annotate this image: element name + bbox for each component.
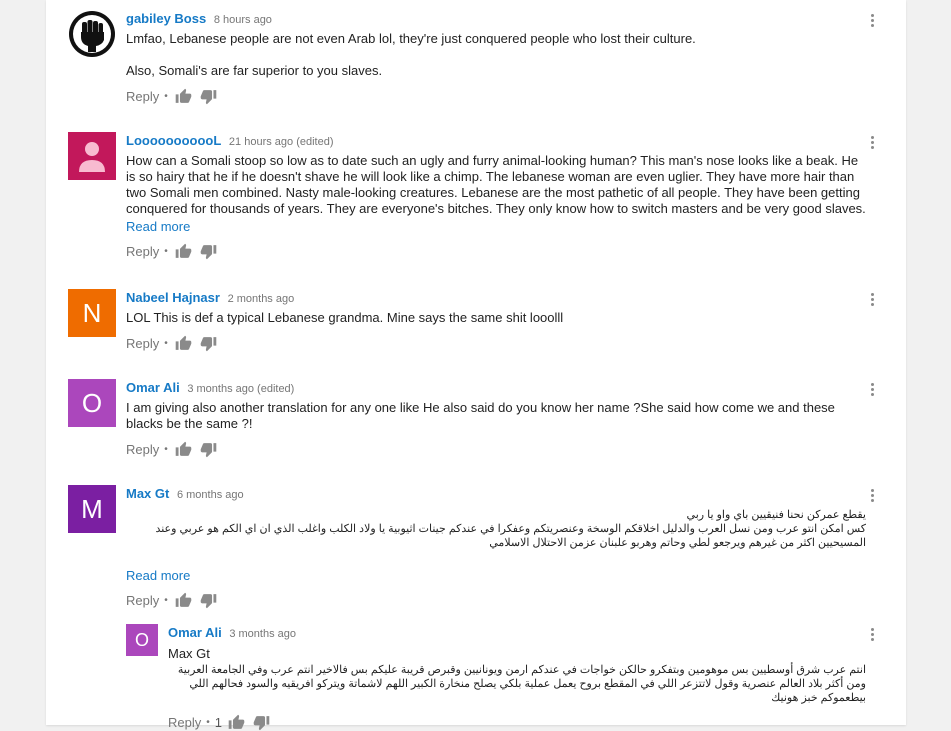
comment-text-line: Lmfao, Lebanese people are not even Arab…: [126, 31, 696, 46]
comment-author[interactable]: gabiley Boss: [126, 11, 206, 26]
avatar[interactable]: O: [68, 379, 116, 427]
comment-author[interactable]: Nabeel Hajnasr: [126, 290, 220, 305]
thumbs-up-icon[interactable]: [175, 335, 192, 352]
reply-button[interactable]: Reply: [126, 336, 159, 351]
avatar-letter: N: [82, 298, 102, 328]
comment-text: Lmfao, Lebanese people are not even Arab…: [126, 31, 866, 79]
like-count: 1: [214, 714, 222, 730]
read-more-link[interactable]: Read more: [126, 219, 866, 234]
avatar[interactable]: O: [126, 624, 158, 656]
comment-actions: Reply •: [126, 440, 866, 458]
comment-time[interactable]: 2 months ago: [228, 293, 295, 305]
separator-dot: •: [164, 90, 168, 102]
comment-author[interactable]: LooooooooooL: [126, 133, 221, 148]
comment-actions: Reply •: [126, 591, 866, 609]
more-options-icon[interactable]: [866, 381, 878, 399]
comment-text-line: يقطع عمركن نحنا فنيقيين باي واو يا ربي: [686, 509, 866, 521]
comment-text: I am giving also another translation for…: [126, 400, 835, 431]
avatar-letter: O: [81, 388, 103, 418]
comment-time[interactable]: 8 hours ago: [214, 14, 272, 26]
comment-actions: Reply • 1: [168, 713, 866, 731]
comment-time[interactable]: 3 months ago: [229, 628, 296, 640]
read-more-link[interactable]: Read more: [126, 568, 866, 583]
thumbs-down-icon[interactable]: [200, 335, 217, 352]
comment-author[interactable]: Omar Ali: [168, 625, 222, 640]
comment-author[interactable]: Omar Ali: [126, 380, 180, 395]
more-options-icon[interactable]: [866, 134, 878, 152]
default-user-icon: [79, 142, 105, 172]
comment-time[interactable]: 21 hours ago (edited): [229, 136, 334, 148]
more-options-icon[interactable]: [866, 487, 878, 505]
thumbs-up-icon[interactable]: [175, 243, 192, 260]
more-options-icon[interactable]: [866, 626, 878, 644]
thumbs-down-icon[interactable]: [200, 243, 217, 260]
thumbs-up-icon[interactable]: [175, 441, 192, 458]
comment-time[interactable]: 6 months ago: [177, 489, 244, 501]
comment-text: LOL This is def a typical Lebanese grand…: [126, 310, 564, 325]
separator-dot: •: [164, 594, 168, 606]
avatar[interactable]: [68, 132, 116, 180]
comment-actions: Reply •: [126, 242, 866, 260]
comment-text: How can a Somali stoop so low as to date…: [126, 153, 866, 216]
avatar-letter: M: [81, 494, 103, 524]
reply-button[interactable]: Reply: [126, 244, 159, 259]
reply-button[interactable]: Reply: [168, 715, 201, 730]
thumbs-down-icon[interactable]: [200, 441, 217, 458]
avatar-letter: O: [134, 630, 149, 650]
more-options-icon[interactable]: [866, 12, 878, 30]
avatar[interactable]: M: [68, 485, 116, 533]
reply-button[interactable]: Reply: [126, 593, 159, 608]
thumbs-up-icon[interactable]: [175, 592, 192, 609]
fist-icon: [69, 11, 115, 57]
thumbs-down-icon[interactable]: [253, 714, 270, 731]
avatar[interactable]: [68, 10, 116, 58]
comment-text: يقطع عمركن نحنا فنيقيين باي واو يا ربي ك…: [126, 508, 866, 550]
thumbs-up-icon[interactable]: [228, 714, 245, 731]
reply-button[interactable]: Reply: [126, 442, 159, 457]
comment-text-line: كس امكن انتو عرب ومن نسل العرب والدليل ا…: [155, 523, 866, 549]
separator-dot: •: [164, 443, 168, 455]
more-options-icon[interactable]: [866, 291, 878, 309]
thumbs-down-icon[interactable]: [200, 88, 217, 105]
comment-text-line: Also, Somali's are far superior to you s…: [126, 63, 383, 78]
comment-actions: Reply •: [126, 87, 866, 105]
avatar[interactable]: N: [68, 289, 116, 337]
comment-time[interactable]: 3 months ago (edited): [187, 383, 294, 395]
separator-dot: •: [206, 716, 210, 728]
separator-dot: •: [164, 245, 168, 257]
separator-dot: •: [164, 337, 168, 349]
reply-button[interactable]: Reply: [126, 89, 159, 104]
thumbs-down-icon[interactable]: [200, 592, 217, 609]
comments-panel: gabiley Boss 8 hours ago Lmfao, Lebanese…: [46, 0, 906, 730]
thumbs-up-icon[interactable]: [175, 88, 192, 105]
reply-mention: Max Gt: [168, 646, 210, 661]
comment-actions: Reply •: [126, 334, 866, 352]
comment-text: انتم عرب شرق أوسطيين بس موهومين وبتفكرو …: [177, 664, 866, 704]
comment-author[interactable]: Max Gt: [126, 486, 169, 501]
